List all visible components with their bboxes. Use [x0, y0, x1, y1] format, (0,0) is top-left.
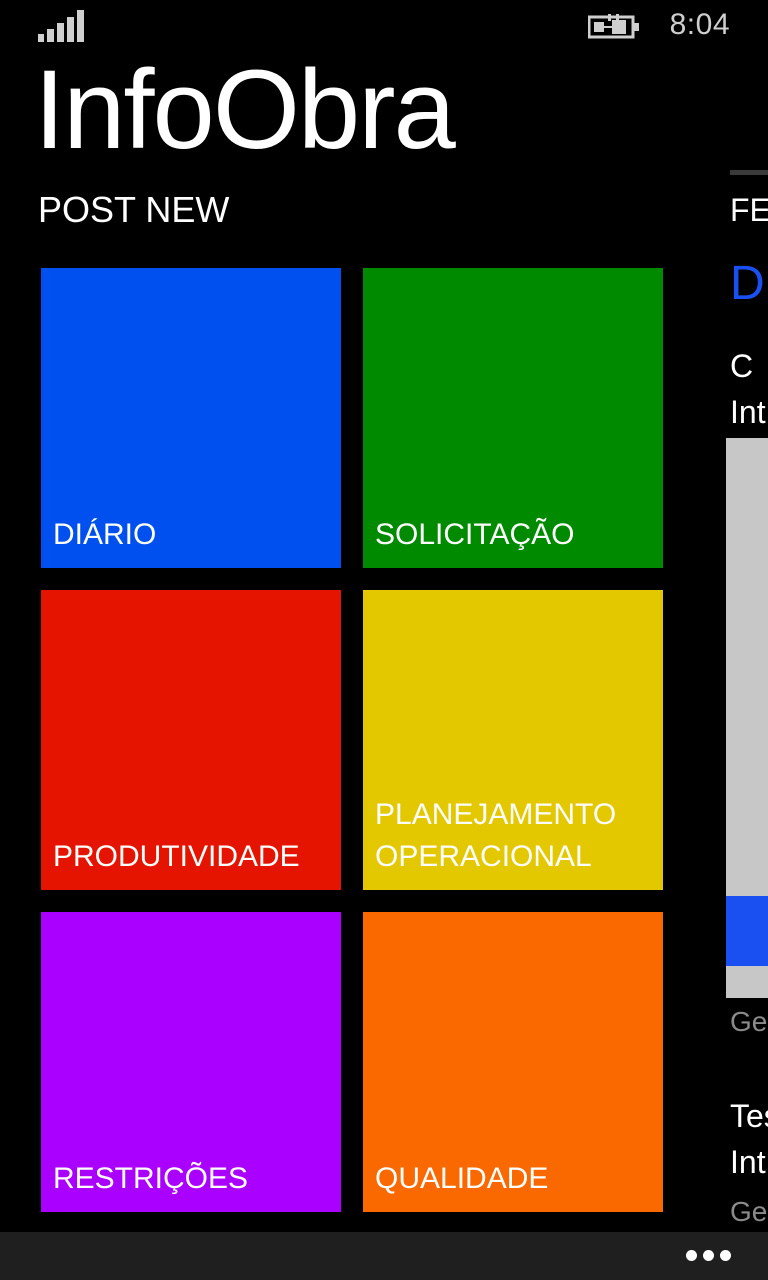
pivot-header-post-new[interactable]: POST NEW — [38, 188, 229, 232]
app-title: InfoObra — [34, 47, 456, 172]
tile-solicitacao[interactable]: SOLICITAÇÃO — [363, 268, 663, 568]
status-time: 8:04 — [669, 8, 730, 41]
app-bar — [0, 1232, 768, 1280]
tile-produtividade[interactable]: PRODUTIVIDADE — [41, 590, 341, 890]
signal-strength-icon — [38, 10, 86, 42]
peek-item2-title[interactable]: Tes — [730, 1098, 768, 1135]
tile-diario[interactable]: DIÁRIO — [41, 268, 341, 568]
tile-restricoes[interactable]: RESTRIÇÕES — [41, 912, 341, 1212]
tile-label: RESTRIÇÕES — [53, 1162, 249, 1195]
battery-charging-icon — [588, 14, 639, 39]
pivot-divider — [730, 170, 768, 175]
tile-planejamento-operacional[interactable]: PLANEJAMENTO OPERACIONAL — [363, 590, 663, 890]
pivot-header-next-peek[interactable]: FE — [730, 192, 768, 229]
peek-item-caption: Ge — [730, 1006, 768, 1037]
tile-label: PLANEJAMENTO OPERACIONAL — [375, 798, 617, 873]
tile-qualidade[interactable]: QUALIDADE — [363, 912, 663, 1212]
peek-item2-caption: Ge — [730, 1196, 768, 1227]
peek-item2-subtitle: Int — [730, 1144, 766, 1180]
peek-item-accent-bar — [726, 896, 768, 966]
ellipsis-more-icon[interactable] — [686, 1250, 732, 1262]
peek-item-subtitle: Int — [730, 394, 766, 430]
tile-label: DIÁRIO — [53, 518, 157, 551]
tile-label: SOLICITAÇÃO — [375, 518, 575, 551]
tile-label: QUALIDADE — [375, 1162, 549, 1195]
peek-item-title[interactable]: C — [730, 348, 753, 385]
peek-big-letter: D — [730, 257, 765, 310]
tile-label: PRODUTIVIDADE — [53, 840, 300, 873]
